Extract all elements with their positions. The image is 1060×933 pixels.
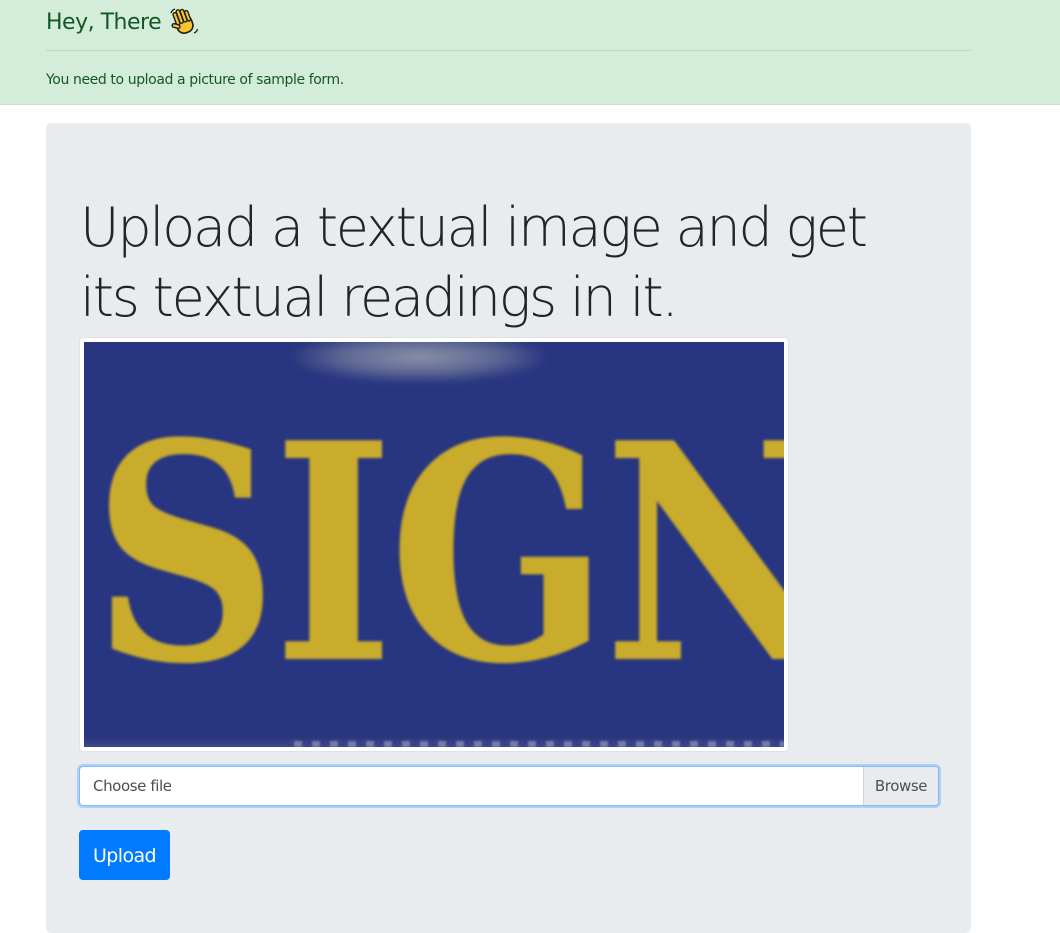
alert-message: You need to upload a picture of sample f…	[46, 72, 344, 88]
page-title: Upload a textual image and get its textu…	[80, 196, 868, 329]
preview-image: SIGN	[84, 342, 784, 747]
browse-button[interactable]: Browse	[863, 767, 938, 805]
file-input-label: Choose file	[93, 777, 172, 795]
waving-hand-icon	[169, 7, 199, 37]
image-preview: SIGN	[79, 337, 789, 752]
image-bottom-text-fragment	[294, 741, 784, 747]
alert-heading: Hey, There	[46, 4, 199, 40]
alert-heading-text: Hey, There	[46, 9, 162, 35]
alert-divider	[46, 50, 971, 51]
file-input[interactable]: Choose file Browse	[79, 766, 939, 806]
upload-button[interactable]: Upload	[79, 830, 170, 880]
preview-image-sign-text: SIGN	[92, 377, 784, 730]
upload-panel: Upload a textual image and get its textu…	[46, 123, 971, 933]
image-blur-artifact	[294, 342, 544, 382]
alert-banner: Hey, There You need to upload a picture …	[0, 0, 1060, 105]
